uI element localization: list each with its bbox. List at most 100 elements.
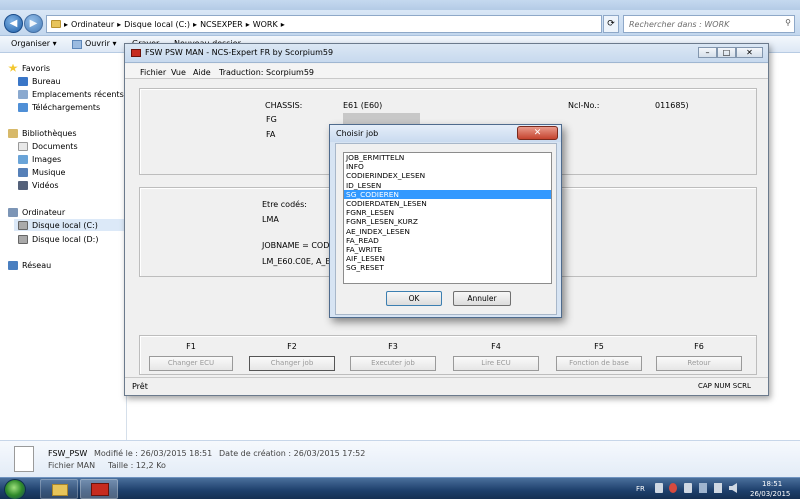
- job-item[interactable]: FA_READ: [344, 236, 551, 245]
- job-item[interactable]: AE_INDEX_LESEN: [344, 227, 551, 236]
- ncs-app-icon: [91, 483, 109, 496]
- back-button-f6[interactable]: Retour: [656, 356, 742, 371]
- menu-help[interactable]: Aide: [193, 68, 211, 77]
- maximize-icon: □: [722, 48, 731, 57]
- taskbar: FR 18:51 26/03/2015: [0, 477, 800, 499]
- taskbar-explorer-button[interactable]: [40, 479, 78, 499]
- taskbar-ncs-expert-button[interactable]: [80, 479, 118, 499]
- close-button[interactable]: ✕: [736, 47, 763, 58]
- folder-icon: [51, 20, 61, 28]
- app-status-bar: Prêt CAP NUM SCRL: [125, 377, 768, 395]
- nav-recent-places[interactable]: Emplacements récents: [18, 88, 124, 100]
- minimize-button[interactable]: –: [698, 47, 717, 58]
- fkey-label-f4: F4: [491, 342, 501, 351]
- dialog-close-button[interactable]: ✕: [517, 126, 558, 140]
- base-function-button[interactable]: Fonction de base: [556, 356, 642, 371]
- downloads-icon: [18, 102, 28, 112]
- back-button[interactable]: ◀: [4, 14, 23, 33]
- clock-time[interactable]: 18:51: [762, 480, 782, 488]
- change-job-button[interactable]: Changer job: [249, 356, 335, 371]
- dialog-title-bar: Choisir job ✕: [330, 125, 561, 142]
- network-tray-icon[interactable]: [714, 483, 722, 493]
- job-item-selected[interactable]: SG_CODIEREN: [344, 189, 551, 199]
- nav-computer[interactable]: Ordinateur: [8, 206, 65, 218]
- battery-icon[interactable]: [699, 483, 707, 493]
- details-pane: FSW_PSW Fichier MAN Modifié le : 26/03/2…: [0, 440, 800, 477]
- dialog-body: JOB_ERMITTELN INFO CODIERINDEX_LESEN ID_…: [335, 143, 557, 315]
- nav-network[interactable]: Réseau: [8, 259, 51, 271]
- file-created: Date de création : 26/03/2015 17:52: [219, 449, 366, 458]
- app-icon: [131, 49, 141, 57]
- disk-icon: [18, 234, 28, 244]
- refresh-button[interactable]: ⟳: [603, 15, 619, 33]
- close-icon: ✕: [533, 128, 542, 138]
- execute-job-button[interactable]: Executer job: [350, 356, 436, 371]
- maximize-button[interactable]: □: [717, 47, 736, 58]
- organize-button[interactable]: Organiser ▾: [11, 39, 57, 48]
- job-item[interactable]: CODIERINDEX_LESEN: [344, 171, 551, 180]
- job-item[interactable]: FGNR_LESEN: [344, 208, 551, 217]
- clock-date[interactable]: 26/03/2015: [750, 490, 790, 498]
- search-input[interactable]: Rechercher dans : WORK ⚲: [623, 15, 795, 33]
- choose-job-dialog: Choisir job ✕ JOB_ERMITTELN INFO CODIERI…: [329, 124, 562, 318]
- language-indicator[interactable]: FR: [636, 485, 645, 493]
- job-item[interactable]: SG_RESET: [344, 263, 551, 272]
- cancel-button[interactable]: Annuler: [453, 291, 511, 306]
- nav-downloads[interactable]: Téléchargements: [18, 101, 100, 113]
- ok-button[interactable]: OK: [386, 291, 442, 306]
- file-type: Fichier MAN: [48, 461, 96, 470]
- nav-disk-c[interactable]: Disque local (C:): [14, 219, 126, 231]
- job-item[interactable]: AIF_LESEN: [344, 254, 551, 263]
- nav-documents[interactable]: Documents: [18, 140, 78, 152]
- nav-disk-d[interactable]: Disque local (D:): [18, 233, 98, 245]
- back-arrow-icon: ◀: [9, 18, 18, 29]
- forward-button[interactable]: ▶: [24, 14, 43, 33]
- menu-view[interactable]: Vue: [171, 68, 186, 77]
- job-item[interactable]: FGNR_LESEN_KURZ: [344, 217, 551, 226]
- nav-music[interactable]: Musique: [18, 166, 65, 178]
- breadcrumb-separator: ▸: [64, 19, 69, 29]
- search-placeholder: Rechercher dans : WORK: [629, 20, 730, 29]
- open-button[interactable]: Ouvrir ▾: [85, 39, 116, 48]
- desktop-icon: [18, 76, 28, 86]
- job-item[interactable]: CODIERDATEN_LESEN: [344, 199, 551, 208]
- tray-icon[interactable]: [669, 483, 677, 493]
- breadcrumb-item-computer[interactable]: Ordinateur: [71, 20, 114, 29]
- refresh-icon: ⟳: [607, 19, 615, 29]
- ncl-label: Ncl-No.:: [568, 101, 600, 110]
- change-ecu-button[interactable]: Changer ECU: [149, 356, 233, 371]
- folder-icon: [52, 484, 68, 496]
- volume-icon[interactable]: [729, 483, 737, 493]
- job-item[interactable]: ID_LESEN: [344, 181, 551, 190]
- breadcrumb-item-disk-c[interactable]: Disque local (C:): [124, 20, 190, 29]
- menu-file[interactable]: Fichier: [140, 68, 166, 77]
- address-box[interactable]: ▸ Ordinateur ▸ Disque local (C:) ▸ NCSEX…: [46, 15, 602, 33]
- tray-icon[interactable]: [655, 483, 663, 493]
- file-modified: Modifié le : 26/03/2015 18:51: [94, 449, 213, 458]
- nav-videos[interactable]: Vidéos: [18, 179, 59, 191]
- read-ecu-button[interactable]: Lire ECU: [453, 356, 539, 371]
- nav-desktop[interactable]: Bureau: [18, 75, 61, 87]
- start-button[interactable]: [4, 479, 26, 499]
- app-title: FSW PSW MAN - NCS-Expert FR by Scorpium5…: [145, 48, 334, 57]
- minimize-icon: –: [705, 48, 710, 57]
- nav-libraries[interactable]: Bibliothèques: [8, 127, 77, 139]
- fg-redacted: [343, 113, 420, 124]
- job-item[interactable]: INFO: [344, 162, 551, 171]
- disk-icon: [18, 220, 28, 230]
- job-item[interactable]: FA_WRITE: [344, 245, 551, 254]
- breadcrumb-item-work[interactable]: WORK: [253, 20, 278, 29]
- breadcrumb-item-ncsexper[interactable]: NCSEXPER: [200, 20, 243, 29]
- open-icon: [72, 40, 82, 49]
- close-icon: ✕: [746, 48, 753, 57]
- nav-images[interactable]: Images: [18, 153, 61, 165]
- menu-translation[interactable]: Traduction: Scorpium59: [219, 68, 314, 77]
- fkey-label-f1: F1: [186, 342, 196, 351]
- keyboard-indicators: CAP NUM SCRL: [698, 382, 751, 390]
- nav-favorites[interactable]: Favoris: [8, 62, 50, 74]
- recent-places-icon: [18, 89, 28, 99]
- job-item[interactable]: JOB_ERMITTELN: [344, 153, 551, 162]
- job-list[interactable]: JOB_ERMITTELN INFO CODIERINDEX_LESEN ID_…: [343, 152, 552, 284]
- tray-icon[interactable]: [684, 483, 692, 493]
- breadcrumb-separator: ▸: [245, 19, 250, 29]
